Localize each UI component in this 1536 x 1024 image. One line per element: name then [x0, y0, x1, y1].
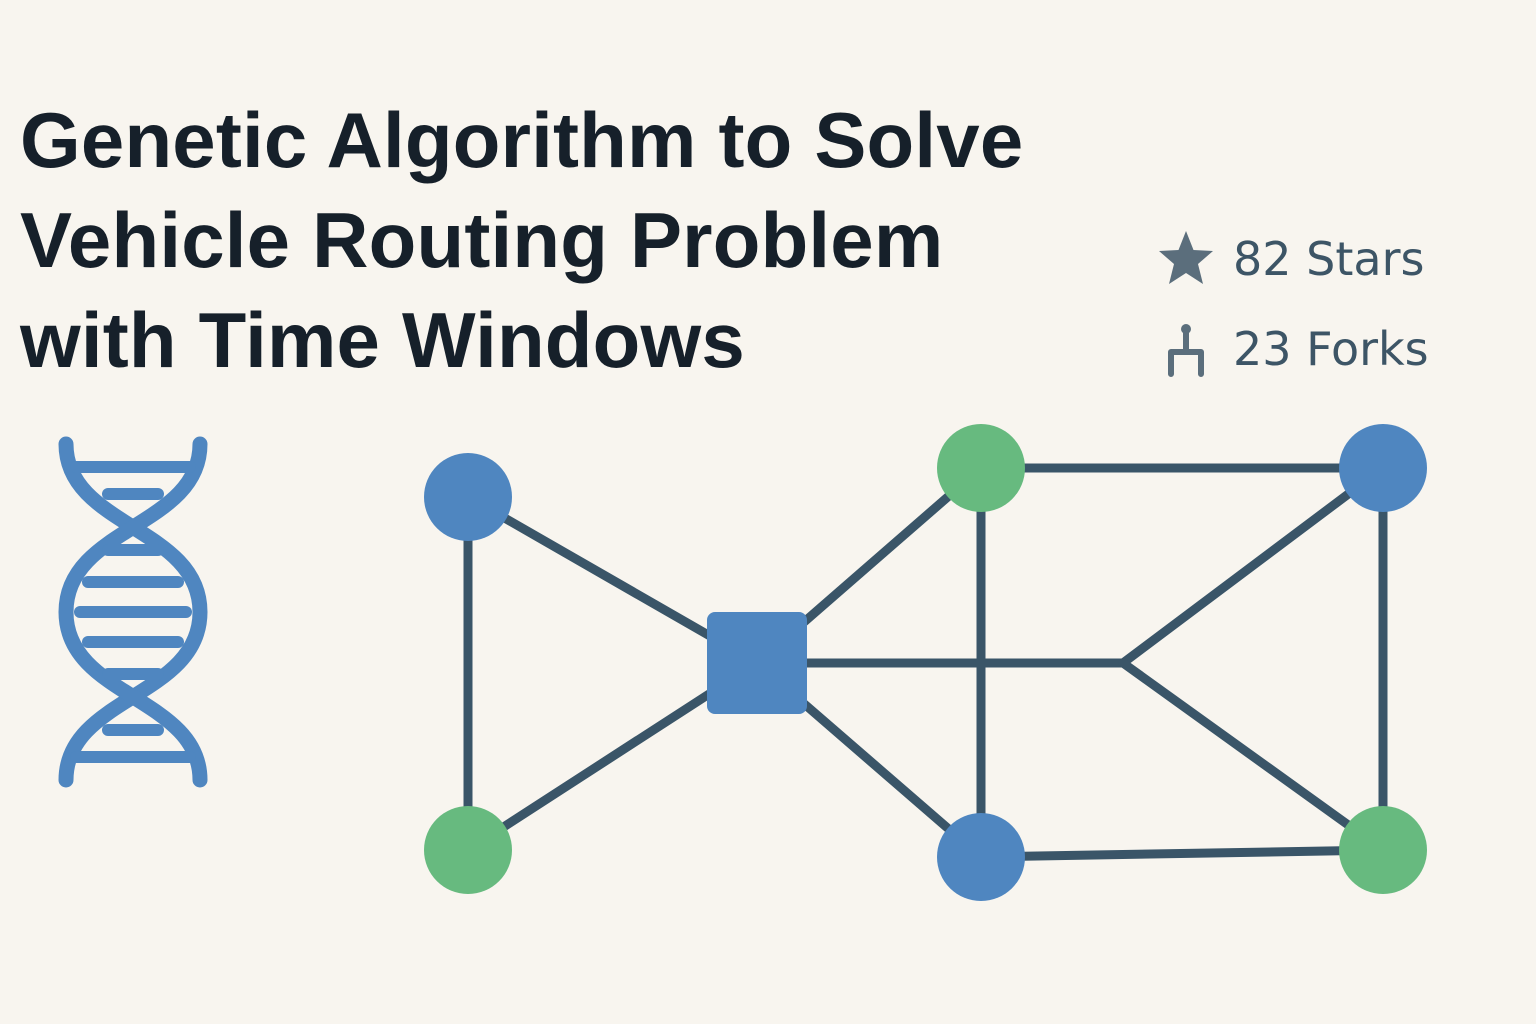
customer-node-blue	[1339, 424, 1427, 512]
customer-node-green	[937, 424, 1025, 512]
depot-node	[707, 612, 807, 714]
customer-node-blue	[937, 813, 1025, 901]
customer-node-green	[424, 806, 512, 894]
route-graph	[424, 424, 1427, 901]
route-edge	[1118, 658, 1388, 855]
customer-node-green	[1339, 806, 1427, 894]
customer-node-blue	[424, 453, 512, 541]
route-edge	[976, 845, 1388, 862]
route-edge	[1118, 463, 1388, 668]
